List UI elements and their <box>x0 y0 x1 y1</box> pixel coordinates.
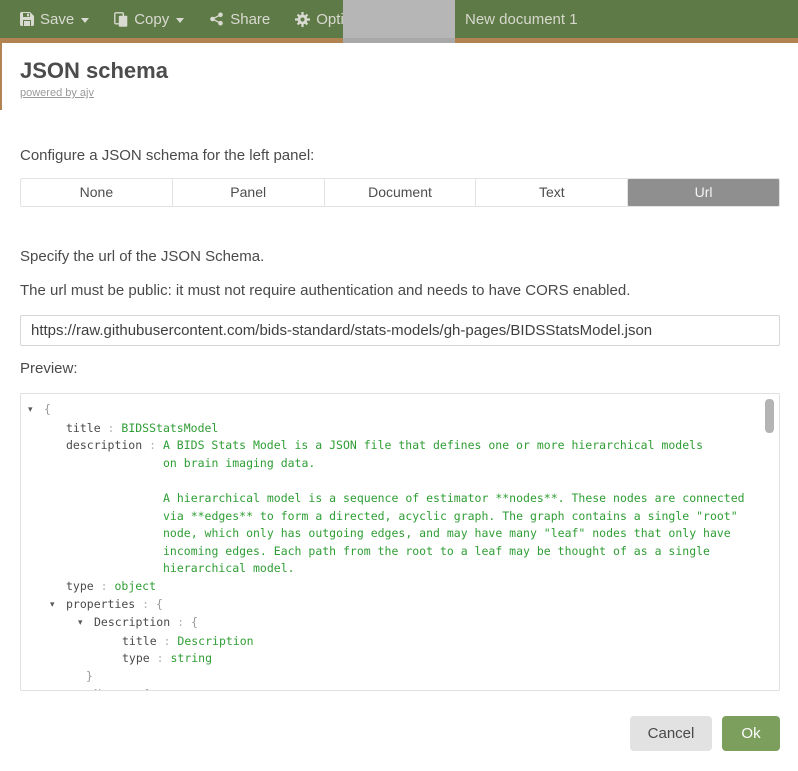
tree-row: hierarchical model. <box>30 560 779 578</box>
tab-url[interactable]: Url <box>628 179 779 206</box>
tree-row: ▾Name : { <box>30 686 779 692</box>
tree-row: node, which only has outgoing edges, and… <box>30 525 779 543</box>
json-editor-app: Save Copy Share Options New document 1 <box>0 0 798 771</box>
save-icon <box>20 12 34 26</box>
tree-row: description : A BIDS Stats Model is a JS… <box>30 437 779 455</box>
cancel-button[interactable]: Cancel <box>630 716 712 751</box>
expand-caret-icon[interactable]: ▾ <box>28 402 44 420</box>
tree-row: type : object <box>30 578 779 596</box>
tree-row: ▾Description : { <box>30 614 779 633</box>
copy-icon <box>114 12 128 27</box>
save-menu-label: Save <box>40 11 74 28</box>
json-tree: ▾{ title : BIDSStatsModel description : … <box>21 394 779 691</box>
schema-source-tabbar: None Panel Document Text Url <box>20 178 780 207</box>
tree-row-blank <box>30 472 779 490</box>
tree-row: ▾properties : { <box>30 596 779 615</box>
tab-document[interactable]: Document <box>325 179 477 206</box>
tree-row: title : Description <box>30 633 779 651</box>
expand-caret-icon[interactable]: ▾ <box>78 687 94 692</box>
tab-none[interactable]: None <box>21 179 173 206</box>
share-menu-label: Share <box>230 11 270 28</box>
tab-panel[interactable]: Panel <box>173 179 325 206</box>
preview-scrollbar-thumb[interactable] <box>765 399 774 433</box>
share-menu-button[interactable]: Share <box>209 11 270 28</box>
tree-row: on brain imaging data. <box>30 455 779 473</box>
save-menu-button[interactable]: Save <box>20 11 89 28</box>
document-tab[interactable]: New document 1 <box>465 0 578 38</box>
configure-schema-label: Configure a JSON schema for the left pan… <box>20 147 314 164</box>
url-help-text-2: The url must be public: it must not requ… <box>20 282 630 299</box>
page-title: JSON schema <box>20 58 168 84</box>
expand-caret-icon[interactable]: ▾ <box>78 615 94 633</box>
expand-caret-icon[interactable]: ▾ <box>50 597 66 615</box>
tree-row: } <box>30 668 779 686</box>
share-icon <box>209 12 224 26</box>
empty-tab-placeholder[interactable] <box>343 0 455 43</box>
schema-preview-panel: ▾{ title : BIDSStatsModel description : … <box>20 393 780 691</box>
preview-label: Preview: <box>20 360 78 377</box>
tree-row: type : string <box>30 650 779 668</box>
tab-text[interactable]: Text <box>476 179 628 206</box>
copy-menu-button[interactable]: Copy <box>114 11 184 28</box>
schema-url-input[interactable] <box>20 315 780 346</box>
tree-row: A hierarchical model is a sequence of es… <box>30 490 779 508</box>
tree-row: title : BIDSStatsModel <box>30 420 779 438</box>
tree-row: incoming edges. Each path from the root … <box>30 543 779 561</box>
tree-row: via **edges** to form a directed, acycli… <box>30 508 779 526</box>
chevron-down-icon <box>81 18 89 23</box>
powered-by-ajv-link[interactable]: powered by ajv <box>20 87 94 99</box>
document-tab-title: New document 1 <box>465 11 578 28</box>
gear-icon <box>295 12 310 27</box>
left-edge-accent <box>0 43 2 110</box>
url-help-text-1: Specify the url of the JSON Schema. <box>20 248 264 265</box>
chevron-down-icon <box>176 18 184 23</box>
ok-button[interactable]: Ok <box>722 716 780 751</box>
tree-row: ▾{ <box>30 401 779 420</box>
copy-menu-label: Copy <box>134 11 169 28</box>
